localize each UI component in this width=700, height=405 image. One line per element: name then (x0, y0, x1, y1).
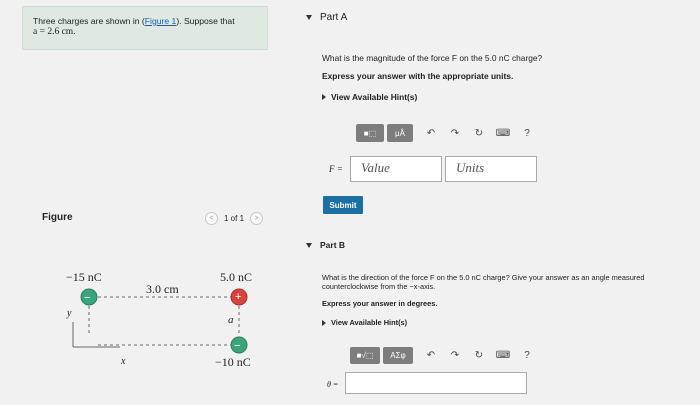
redo-icon[interactable]: ↷ (446, 346, 464, 364)
help-icon[interactable]: ? (518, 346, 536, 364)
part-a-instruction: Express your answer with the appropriate… (322, 71, 514, 81)
charge-2-sign: + (235, 291, 242, 303)
part-b-header[interactable]: Part B (306, 240, 345, 250)
charge-1-label: −15 nC (66, 270, 102, 284)
units-button[interactable]: μÅ (387, 124, 413, 142)
part-b-hint-label: View Available Hint(s) (331, 318, 408, 327)
part-b-instruction: Express your answer in degrees. (322, 299, 438, 308)
template-button[interactable]: ■⬚ (356, 124, 384, 142)
part-b-question-line2: counterclockwise from the −x-axis. (322, 282, 436, 291)
theta-eq-label: θ = (327, 380, 339, 389)
greek-symbols-button[interactable]: AΣφ (383, 346, 413, 364)
keyboard-icon[interactable]: ⌨ (494, 346, 512, 364)
force-eq-label: F = (329, 164, 343, 174)
submit-button[interactable]: Submit (323, 196, 363, 214)
units-input[interactable]: Units (445, 156, 537, 182)
part-b-toolbar: ■√⬚ AΣφ ↶ ↷ ↻ ⌨ ? (350, 345, 536, 365)
collapse-caret-icon (306, 15, 312, 20)
part-a-toolbar: ■⬚ μÅ ↶ ↷ ↻ ⌨ ? (356, 123, 536, 143)
math-template-button[interactable]: ■√⬚ (350, 346, 380, 364)
part-a-hint-link[interactable]: View Available Hint(s) (322, 92, 417, 102)
undo-icon[interactable]: ↶ (422, 346, 440, 364)
part-a-header[interactable]: Part A (306, 12, 347, 23)
charges-figure (72, 288, 248, 354)
distance-label: 3.0 cm (146, 282, 179, 296)
part-a-title: Part A (320, 12, 348, 23)
redo-icon[interactable]: ↷ (446, 124, 464, 142)
collapse-caret-icon (306, 242, 312, 248)
expand-triangle-icon (322, 319, 326, 326)
charge-3-sign: − (234, 340, 241, 352)
part-a-hint-label: View Available Hint(s) (331, 92, 418, 102)
value-input[interactable]: Value (350, 156, 442, 182)
expand-triangle-icon (322, 94, 326, 100)
help-icon[interactable]: ? (518, 124, 536, 142)
y-axis-label: y (67, 308, 72, 319)
part-b-question-line1: What is the direction of the force F on … (322, 273, 645, 282)
reset-icon[interactable]: ↻ (470, 124, 488, 142)
charge-3-label: −10 nC (215, 355, 251, 369)
a-label: a (228, 314, 234, 326)
charge-2-label: 5.0 nC (220, 270, 253, 284)
undo-icon[interactable]: ↶ (422, 124, 440, 142)
charge-1-sign: − (84, 292, 91, 304)
part-b-hint-link[interactable]: View Available Hint(s) (322, 318, 407, 327)
reset-icon[interactable]: ↻ (470, 346, 488, 364)
part-b-title: Part B (320, 240, 346, 250)
angle-input[interactable] (345, 372, 527, 394)
x-axis-label: x (121, 356, 126, 367)
keyboard-icon[interactable]: ⌨ (494, 124, 512, 142)
part-a-question: What is the magnitude of the force F on … (322, 53, 543, 63)
